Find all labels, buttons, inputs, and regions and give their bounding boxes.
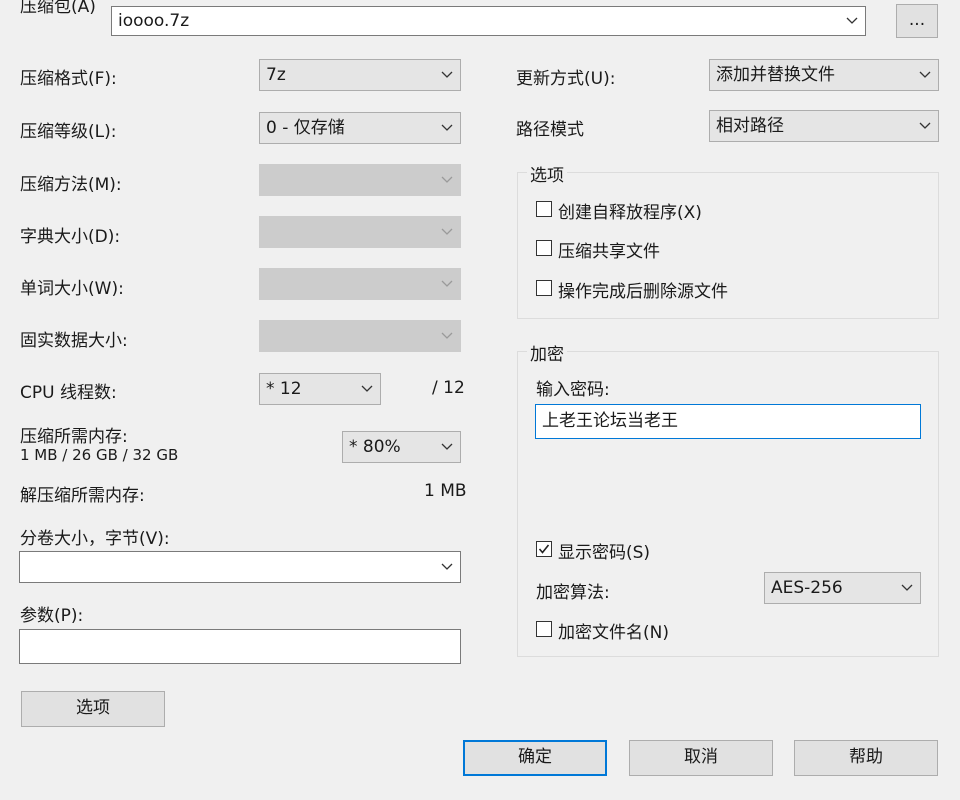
delete-after-checkbox[interactable] — [536, 280, 552, 296]
encryption-group-title: 加密 — [527, 340, 567, 365]
solid-select — [259, 320, 461, 352]
chevron-down-icon — [919, 68, 931, 80]
params-input[interactable] — [19, 629, 461, 664]
word-select — [259, 268, 461, 300]
ok-button[interactable]: 确定 — [463, 740, 607, 776]
cancel-button[interactable]: 取消 — [629, 740, 773, 776]
chevron-down-icon — [441, 440, 453, 452]
level-label: 压缩等级(L): — [20, 122, 117, 142]
chevron-down-icon — [441, 560, 453, 572]
help-button[interactable]: 帮助 — [794, 740, 938, 776]
mem-label: 压缩所需内存: — [20, 427, 128, 447]
format-select[interactable]: 7z — [259, 59, 461, 91]
chevron-down-icon — [441, 277, 453, 289]
archive-label: 压缩包(A) — [20, 0, 96, 17]
method-select — [259, 164, 461, 196]
update-value: 添加并替换文件 — [716, 65, 835, 85]
encrypt-names-label[interactable]: 加密文件名(N) — [558, 618, 669, 643]
options-group-title: 选项 — [527, 161, 567, 186]
chevron-down-icon — [441, 121, 453, 133]
encryption-method-label: 加密算法: — [536, 583, 610, 603]
password-label: 输入密码: — [536, 380, 610, 400]
chevron-down-icon — [441, 329, 453, 341]
password-input[interactable]: 上老王论坛当老王 — [535, 404, 921, 439]
volume-label: 分卷大小，字节(V): — [20, 529, 170, 549]
password-value: 上老王论坛当老王 — [542, 411, 678, 431]
sfx-checkbox[interactable] — [536, 201, 552, 217]
format-value: 7z — [266, 65, 286, 85]
method-label: 压缩方法(M): — [20, 175, 122, 195]
format-label: 压缩格式(F): — [20, 69, 117, 89]
dict-select — [259, 216, 461, 248]
show-password-label[interactable]: 显示密码(S) — [558, 538, 650, 563]
chevron-down-icon — [441, 225, 453, 237]
threads-select[interactable]: * 12 — [259, 373, 381, 405]
update-select[interactable]: 添加并替换文件 — [709, 59, 939, 91]
path-select[interactable]: 相对路径 — [709, 110, 939, 142]
encryption-method-value: AES-256 — [771, 578, 843, 598]
solid-label: 固实数据大小: — [20, 331, 128, 351]
chevron-down-icon — [846, 14, 858, 26]
chevron-down-icon — [441, 68, 453, 80]
params-label: 参数(P): — [20, 606, 84, 626]
delete-after-label[interactable]: 操作完成后删除源文件 — [558, 277, 728, 302]
encrypt-names-checkbox[interactable] — [536, 621, 552, 637]
path-value: 相对路径 — [716, 116, 784, 136]
archive-path-value: ioooo.7z — [118, 11, 190, 31]
sfx-label[interactable]: 创建自释放程序(X) — [558, 198, 702, 223]
threads-label: CPU 线程数: — [20, 383, 117, 403]
chevron-down-icon — [901, 581, 913, 593]
mem-select[interactable]: * 80% — [342, 431, 461, 463]
word-label: 单词大小(W): — [20, 279, 124, 299]
level-select[interactable]: 0 - 仅存储 — [259, 112, 461, 144]
dict-label: 字典大小(D): — [20, 227, 121, 247]
volume-combo[interactable] — [19, 551, 461, 583]
encryption-method-select[interactable]: AES-256 — [764, 572, 921, 604]
decomp-value: 1 MB — [424, 481, 467, 501]
chevron-down-icon — [919, 119, 931, 131]
shared-files-checkbox[interactable] — [536, 240, 552, 256]
update-label: 更新方式(U): — [516, 69, 616, 89]
path-label: 路径模式 — [516, 120, 584, 140]
decomp-label: 解压缩所需内存: — [20, 486, 145, 506]
mem-value: * 80% — [349, 437, 401, 457]
chevron-down-icon — [361, 382, 373, 394]
threads-value: * 12 — [266, 379, 302, 399]
show-password-checkbox[interactable] — [536, 541, 552, 557]
shared-files-label[interactable]: 压缩共享文件 — [558, 237, 660, 262]
level-value: 0 - 仅存储 — [266, 118, 345, 138]
archive-path-combo[interactable]: ioooo.7z — [111, 6, 866, 36]
options-button[interactable]: 选项 — [21, 691, 165, 727]
mem-detail: 1 MB / 26 GB / 32 GB — [20, 446, 179, 464]
chevron-down-icon — [441, 173, 453, 185]
browse-button[interactable]: ... — [896, 4, 938, 38]
threads-max: / 12 — [432, 378, 465, 398]
checkmark-icon — [538, 544, 550, 554]
